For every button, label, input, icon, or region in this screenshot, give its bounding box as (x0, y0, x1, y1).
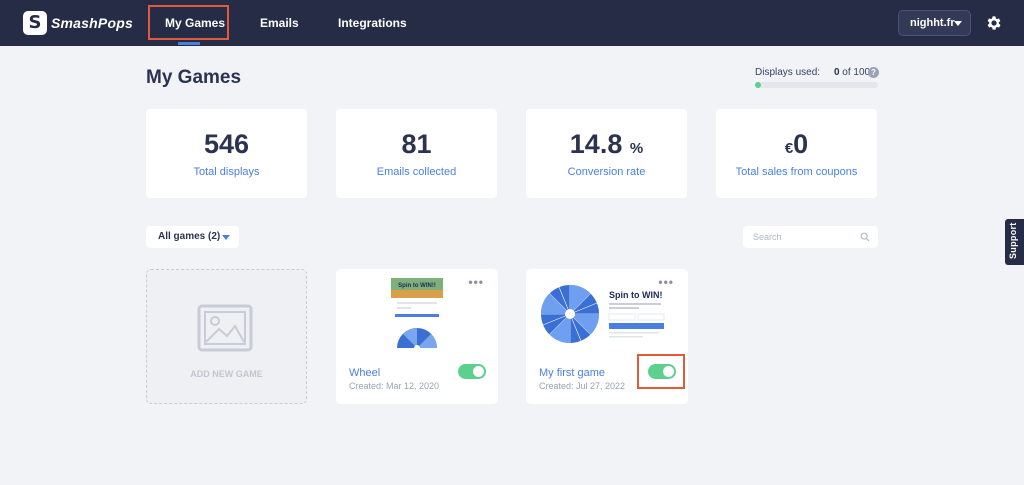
top-nav: S SmashPops My Games Emails Integrations… (0, 0, 1024, 46)
highlight-box-toggle (637, 354, 685, 389)
game-name[interactable]: My first game (539, 367, 605, 379)
stat-label: Total sales from coupons (735, 166, 858, 178)
games-filter-dropdown[interactable]: All games (2) (146, 226, 239, 248)
thumbnail-title: Spin to WIN! (609, 290, 663, 300)
displays-used-label: Displays used: 0 of 100 (755, 67, 870, 78)
game-created-date: Created: Jul 27, 2022 (539, 381, 626, 391)
more-options-icon[interactable]: ••• (468, 276, 484, 288)
search-icon (860, 232, 870, 242)
stat-number: 546 (203, 129, 250, 159)
nav-link-integrations[interactable]: Integrations (338, 16, 407, 30)
usage-progress-fill (755, 82, 761, 88)
gear-icon[interactable] (985, 14, 1003, 32)
question-icon[interactable]: ? (868, 67, 879, 78)
usage-value: 0 (833, 67, 840, 78)
stat-card-total-displays: 546 Total displays (146, 109, 307, 198)
search-input[interactable] (743, 226, 878, 248)
chevron-down-icon (222, 235, 230, 240)
image-placeholder-icon (197, 304, 253, 352)
stat-card-conversion-rate: 14.8 % Conversion rate (526, 109, 687, 198)
chevron-down-icon (954, 21, 962, 26)
stat-number: 81 (401, 129, 432, 159)
game-thumbnail-wheel: Spin to WIN!! (391, 278, 443, 351)
usage-progress-bar (755, 82, 878, 88)
support-label: Support (1008, 222, 1018, 259)
stat-value: 81 (336, 129, 497, 160)
stat-unit: % (629, 140, 644, 157)
stat-value: 14.8 % (526, 129, 687, 160)
stat-prefix: € (784, 140, 794, 157)
filter-label: All games (2) (158, 231, 221, 242)
toggle-knob (473, 366, 484, 377)
game-name[interactable]: Wheel (349, 367, 380, 379)
add-new-game-label: ADD NEW GAME (190, 369, 263, 379)
game-active-toggle[interactable] (458, 364, 486, 379)
game-card-wheel[interactable]: ••• Spin to WIN!! Wheel Created: Mar 12,… (336, 269, 498, 404)
stat-label: Conversion rate (567, 166, 646, 178)
add-new-game-card[interactable]: ADD NEW GAME (146, 269, 307, 404)
page-title: My Games (146, 67, 242, 88)
stat-value: 546 (146, 129, 307, 160)
stat-card-total-sales: €0 Total sales from coupons (716, 109, 877, 198)
nav-link-my-games[interactable]: My Games (165, 16, 225, 30)
support-tab[interactable]: Support (1005, 219, 1024, 265)
stat-value: €0 (716, 129, 877, 160)
stat-label: Emails collected (376, 166, 457, 178)
stat-number: 14.8 (569, 129, 623, 159)
usage-of: of 100 (842, 67, 871, 78)
stat-label: Total displays (193, 166, 260, 178)
site-selector-label: nighht.fr (910, 17, 955, 29)
stat-card-emails-collected: 81 Emails collected (336, 109, 497, 198)
nav-link-emails[interactable]: Emails (260, 16, 299, 30)
logo-icon[interactable]: S (23, 11, 47, 35)
usage-label-text: Displays used: (755, 67, 821, 78)
game-created-date: Created: Mar 12, 2020 (349, 381, 440, 391)
nav-active-indicator (178, 42, 200, 45)
game-thumbnail-spin: Spin to WIN! (541, 285, 665, 343)
stat-number: 0 (793, 129, 809, 159)
thumbnail-title: Spin to WIN!! (398, 283, 436, 289)
site-selector[interactable]: nighht.fr (898, 10, 971, 36)
brand-name[interactable]: SmashPops (51, 15, 133, 31)
